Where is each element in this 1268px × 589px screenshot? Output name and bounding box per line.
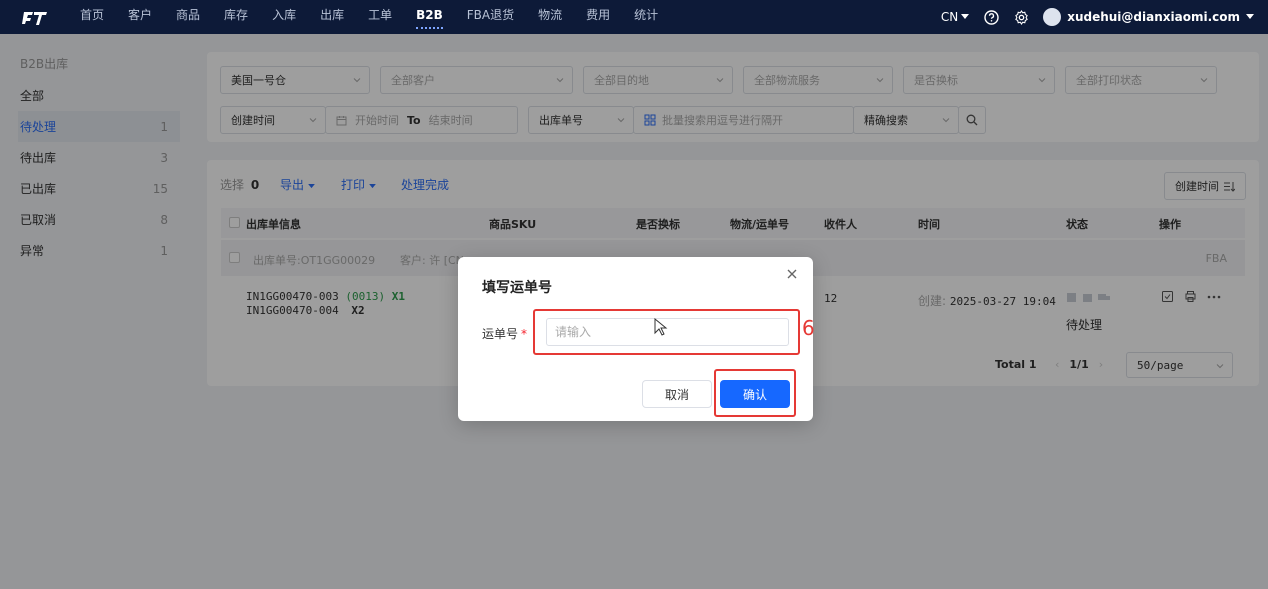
nav-item-3[interactable]: 库存 xyxy=(212,0,260,34)
brand-logo-icon[interactable] xyxy=(20,7,50,27)
nav-item-5[interactable]: 出库 xyxy=(308,0,356,34)
tracking-number-label: 运单号 * xyxy=(482,325,527,342)
avatar xyxy=(1043,8,1062,26)
required-mark: * xyxy=(521,327,528,341)
nav-item-0[interactable]: 首页 xyxy=(68,0,116,34)
language-label: CN xyxy=(940,10,959,24)
nav-item-9[interactable]: 物流 xyxy=(526,0,574,34)
top-navbar: 首页 客户 商品 库存 入库 出库 工单 B2B FBA退货 物流 费用 统计 CN xudehui@… xyxy=(0,0,1268,34)
user-email: xudehui@dianxiaomi.com xyxy=(1067,10,1240,24)
close-icon[interactable] xyxy=(785,267,799,281)
user-menu[interactable]: xudehui@dianxiaomi.com xyxy=(1043,8,1254,26)
field-label-text: 运单号 xyxy=(482,327,519,341)
nav-item-8[interactable]: FBA退货 xyxy=(455,0,526,34)
cancel-button[interactable]: 取消 xyxy=(642,380,712,408)
tracking-number-dialog: 填写运单号 运单号* 取消 确认 xyxy=(458,257,813,421)
caret-down-icon xyxy=(961,14,970,19)
help-icon[interactable] xyxy=(983,9,999,25)
mouse-cursor-icon xyxy=(654,318,668,336)
nav-item-1[interactable]: 客户 xyxy=(116,0,164,34)
step-number: 6 xyxy=(802,316,815,340)
caret-down-icon xyxy=(1246,14,1254,19)
confirm-button[interactable]: 确认 xyxy=(720,380,790,408)
dialog-title: 填写运单号 xyxy=(482,280,552,296)
nav-item-11[interactable]: 统计 xyxy=(622,0,670,34)
nav-item-4[interactable]: 入库 xyxy=(260,0,308,34)
nav-item-7[interactable]: B2B xyxy=(404,0,455,34)
nav-item-6[interactable]: 工单 xyxy=(356,0,404,34)
nav-item-10[interactable]: 费用 xyxy=(574,0,622,34)
language-switch[interactable]: CN xyxy=(940,10,970,24)
nav-item-2[interactable]: 商品 xyxy=(164,0,212,34)
gear-icon[interactable] xyxy=(1013,9,1029,25)
main-nav: 首页 客户 商品 库存 入库 出库 工单 B2B FBA退货 物流 费用 统计 xyxy=(68,0,670,34)
